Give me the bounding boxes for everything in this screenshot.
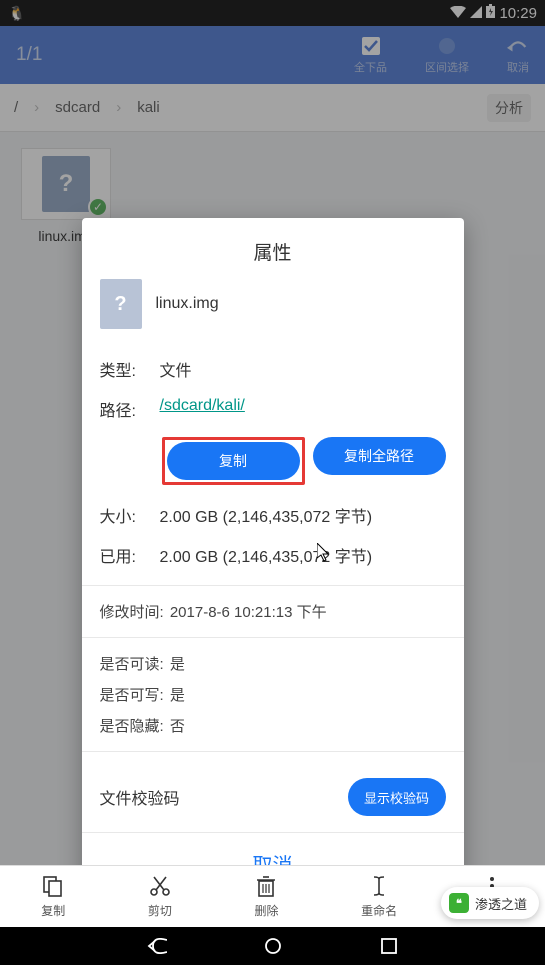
type-value: 文件 [160,357,446,381]
path-value[interactable]: /sdcard/kali/ [160,397,446,421]
path-label: 路径: [100,397,160,421]
dialog-filename: linux.img [156,295,219,313]
copy-button[interactable]: 复制 [167,442,300,480]
home-button[interactable] [260,933,286,959]
size-label: 大小: [100,503,160,527]
modal-overlay: 属性 ? linux.img 类型: 文件 路径: /sdcard/kali/ … [0,0,545,965]
copy-fullpath-button[interactable]: 复制全路径 [313,437,446,475]
copy-icon [41,874,65,898]
writable-label: 是否可写: [100,687,164,704]
hidden-label: 是否隐藏: [100,718,164,735]
readable-label: 是否可读: [100,656,164,673]
watermark-text: 渗透之道 [475,894,527,913]
used-value: 2.00 GB (2,146,435,072 字节) [160,543,446,567]
show-checksum-button[interactable]: 显示校验码 [348,778,446,816]
trash-icon [254,874,278,898]
properties-dialog: 属性 ? linux.img 类型: 文件 路径: /sdcard/kali/ … [82,218,464,894]
cut-action[interactable]: 剪切 [148,874,172,919]
copy-action[interactable]: 复制 [41,874,65,919]
nav-bar [0,927,545,965]
mtime-label: 修改时间: [100,604,164,621]
readable-value: 是 [170,656,185,673]
scissors-icon [148,874,172,898]
size-value: 2.00 GB (2,146,435,072 字节) [160,503,446,527]
used-label: 已用: [100,543,160,567]
writable-value: 是 [170,687,185,704]
delete-action[interactable]: 删除 [254,874,278,919]
rename-action[interactable]: 重命名 [361,874,397,919]
back-button[interactable] [144,933,170,959]
watermark: ❝ 渗透之道 [441,887,539,919]
hidden-value: 否 [170,718,185,735]
checksum-label: 文件校验码 [100,785,348,809]
wechat-icon: ❝ [449,893,469,913]
dialog-title: 属性 [82,218,464,279]
mtime-value: 2017-8-6 10:21:13 下午 [170,604,327,621]
type-label: 类型: [100,357,160,381]
unknown-file-icon: ? [100,279,142,329]
recents-button[interactable] [376,933,402,959]
ibeam-icon [367,874,391,898]
